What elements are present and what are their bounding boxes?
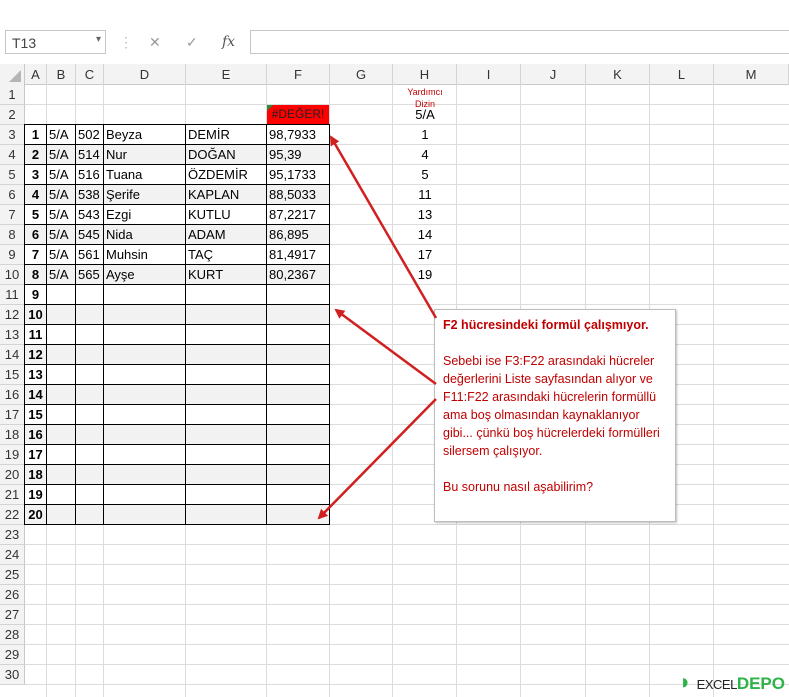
watermark-part2: DEPO [736,674,785,693]
arrow-to-f22 [317,398,437,520]
arrow-to-f11 [334,308,437,386]
excel-depo-watermark: ◗ EXCELDEPO [679,669,785,695]
logo-icon: ◗ [678,669,692,694]
arrow-to-f2 [329,135,438,319]
watermark-part1: EXCEL [696,677,738,692]
annotation-arrows [317,135,438,520]
